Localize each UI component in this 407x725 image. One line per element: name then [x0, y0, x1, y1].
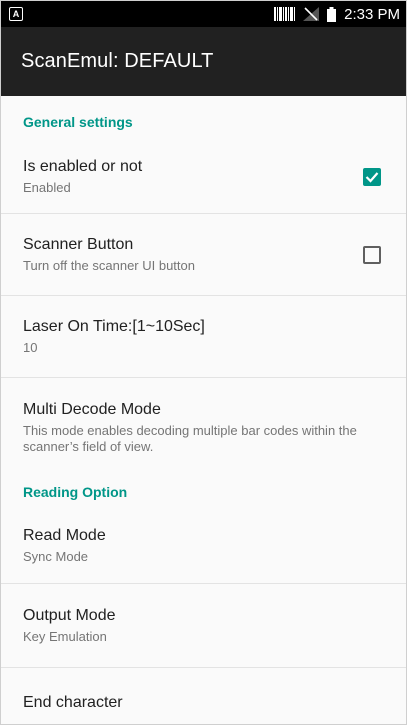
- pref-title: Is enabled or not: [23, 158, 143, 175]
- pref-summary: Turn off the scanner UI button: [23, 258, 195, 273]
- scanner-button-checkbox[interactable]: [363, 246, 381, 264]
- status-bar: A 2:33 PM: [1, 1, 406, 27]
- pref-title: Multi Decode Mode: [23, 401, 161, 418]
- pref-end-character[interactable]: End character: [1, 668, 406, 724]
- pref-output-mode[interactable]: Output Mode Key Emulation: [1, 584, 406, 668]
- pref-laser-on-time[interactable]: Laser On Time:[1~10Sec] 10: [1, 296, 406, 378]
- battery-icon: [327, 6, 337, 22]
- pref-title: Laser On Time:[1~10Sec]: [23, 318, 205, 335]
- app-bar: ScanEmul: DEFAULT: [1, 27, 406, 96]
- pref-multi-decode-mode[interactable]: Multi Decode Mode This mode enables deco…: [1, 378, 406, 478]
- pref-read-mode[interactable]: Read Mode Sync Mode: [1, 508, 406, 584]
- app-title: ScanEmul: DEFAULT: [21, 50, 214, 72]
- notification-a-icon: A: [9, 7, 23, 21]
- pref-title: Scanner Button: [23, 236, 134, 253]
- pref-summary: Sync Mode: [23, 549, 89, 564]
- pref-is-enabled[interactable]: Is enabled or not Enabled: [1, 140, 406, 214]
- barcode-icon: [274, 7, 296, 21]
- pref-summary: This mode enables decoding multiple bar …: [23, 423, 357, 454]
- pref-title: Output Mode: [23, 607, 116, 624]
- pref-scanner-button[interactable]: Scanner Button Turn off the scanner UI b…: [1, 214, 406, 296]
- status-time: 2:33 PM: [344, 5, 400, 23]
- category-general-settings: General settings: [1, 96, 406, 140]
- pref-title: End character: [23, 694, 123, 711]
- pref-summary: 10: [23, 340, 38, 355]
- pref-title: Read Mode: [23, 527, 106, 544]
- category-reading-option: Reading Option: [1, 478, 406, 508]
- pref-summary: Key Emulation: [23, 629, 107, 644]
- category-header: General settings: [23, 114, 133, 130]
- pref-summary: Enabled: [23, 180, 71, 195]
- is-enabled-checkbox[interactable]: [363, 168, 381, 186]
- category-header: Reading Option: [23, 484, 128, 500]
- no-signal-icon: [303, 7, 320, 21]
- checkmark-icon: [365, 172, 379, 183]
- screen: A 2:33 PM ScanEmul: DEFAULT General sett…: [0, 0, 407, 725]
